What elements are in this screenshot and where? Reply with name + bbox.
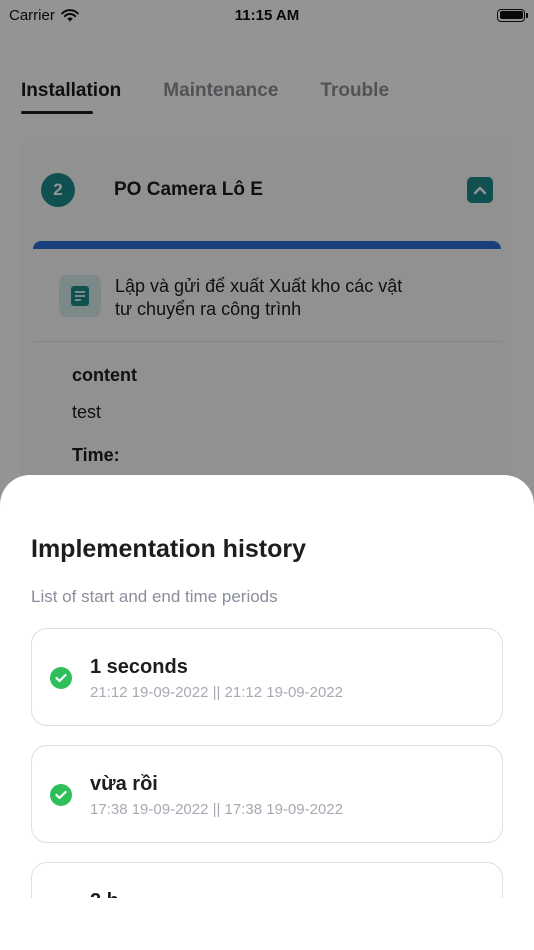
check-circle-icon: [50, 784, 72, 806]
history-item-title: vừa rồi: [90, 773, 158, 795]
sheet-title: Implementation history: [31, 535, 307, 563]
history-item-time: 17:38 19-09-2022 || 17:38 19-09-2022: [90, 801, 343, 818]
history-item-title: 1 seconds: [90, 656, 188, 678]
check-circle-icon: [50, 667, 72, 689]
history-item-time: 21:12 19-09-2022 || 21:12 19-09-2022: [90, 684, 343, 701]
history-bottom-sheet: Implementation history List of start and…: [0, 475, 534, 950]
sheet-subtitle: List of start and end time periods: [31, 587, 278, 606]
history-item[interactable]: vừa rồi 17:38 19-09-2022 || 17:38 19-09-…: [31, 745, 503, 843]
sheet-bottom-safe-area: [0, 898, 534, 950]
history-item[interactable]: 1 seconds 21:12 19-09-2022 || 21:12 19-0…: [31, 628, 503, 726]
